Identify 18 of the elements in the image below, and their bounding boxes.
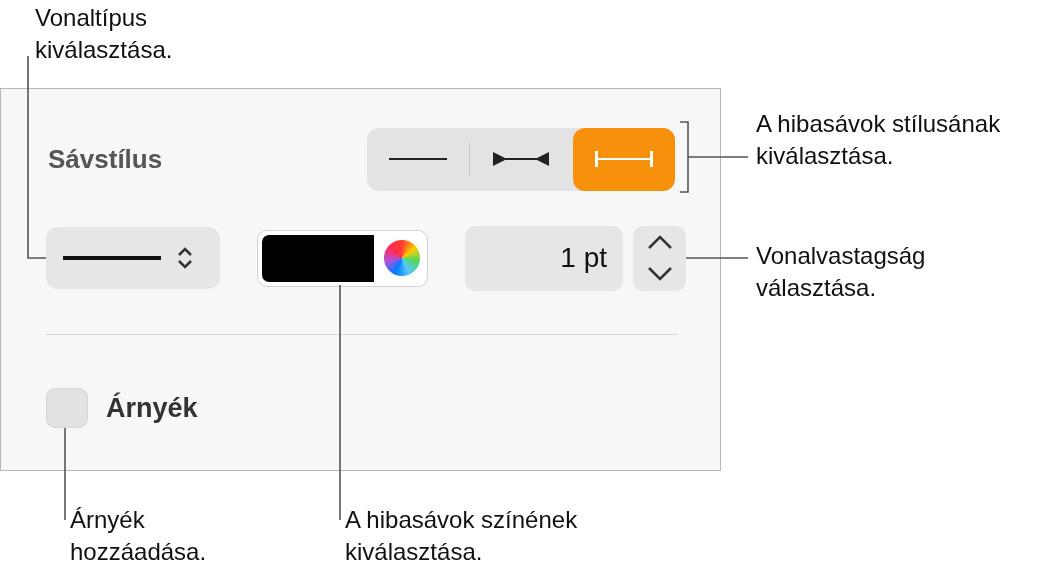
- callout-text: A hibasávok stílusának kiválasztása.: [756, 109, 1001, 171]
- callout-text: Vonaltípus kiválasztása.: [35, 3, 173, 65]
- section-title: Sávstílus: [48, 143, 163, 175]
- leader-line: [679, 121, 749, 193]
- thickness-field[interactable]: 1 pt: [465, 225, 623, 291]
- inward-arrows-icon: [493, 151, 550, 167]
- leader-line: [685, 257, 749, 259]
- line-style-popup[interactable]: [46, 227, 220, 289]
- end-bars-icon: [594, 150, 653, 168]
- callout-text: Árnyék hozzáadása.: [70, 505, 207, 567]
- checkbox-label: Árnyék: [106, 392, 198, 424]
- line-icon: [389, 156, 448, 162]
- callout-text: Vonalvastagság választása.: [756, 241, 926, 303]
- color-wheel-icon: [384, 240, 420, 276]
- callout-text: A hibasávok színének kiválasztása.: [345, 505, 578, 567]
- stepper[interactable]: [633, 225, 686, 291]
- color-well[interactable]: [257, 229, 428, 287]
- shadow-checkbox[interactable]: [46, 388, 88, 428]
